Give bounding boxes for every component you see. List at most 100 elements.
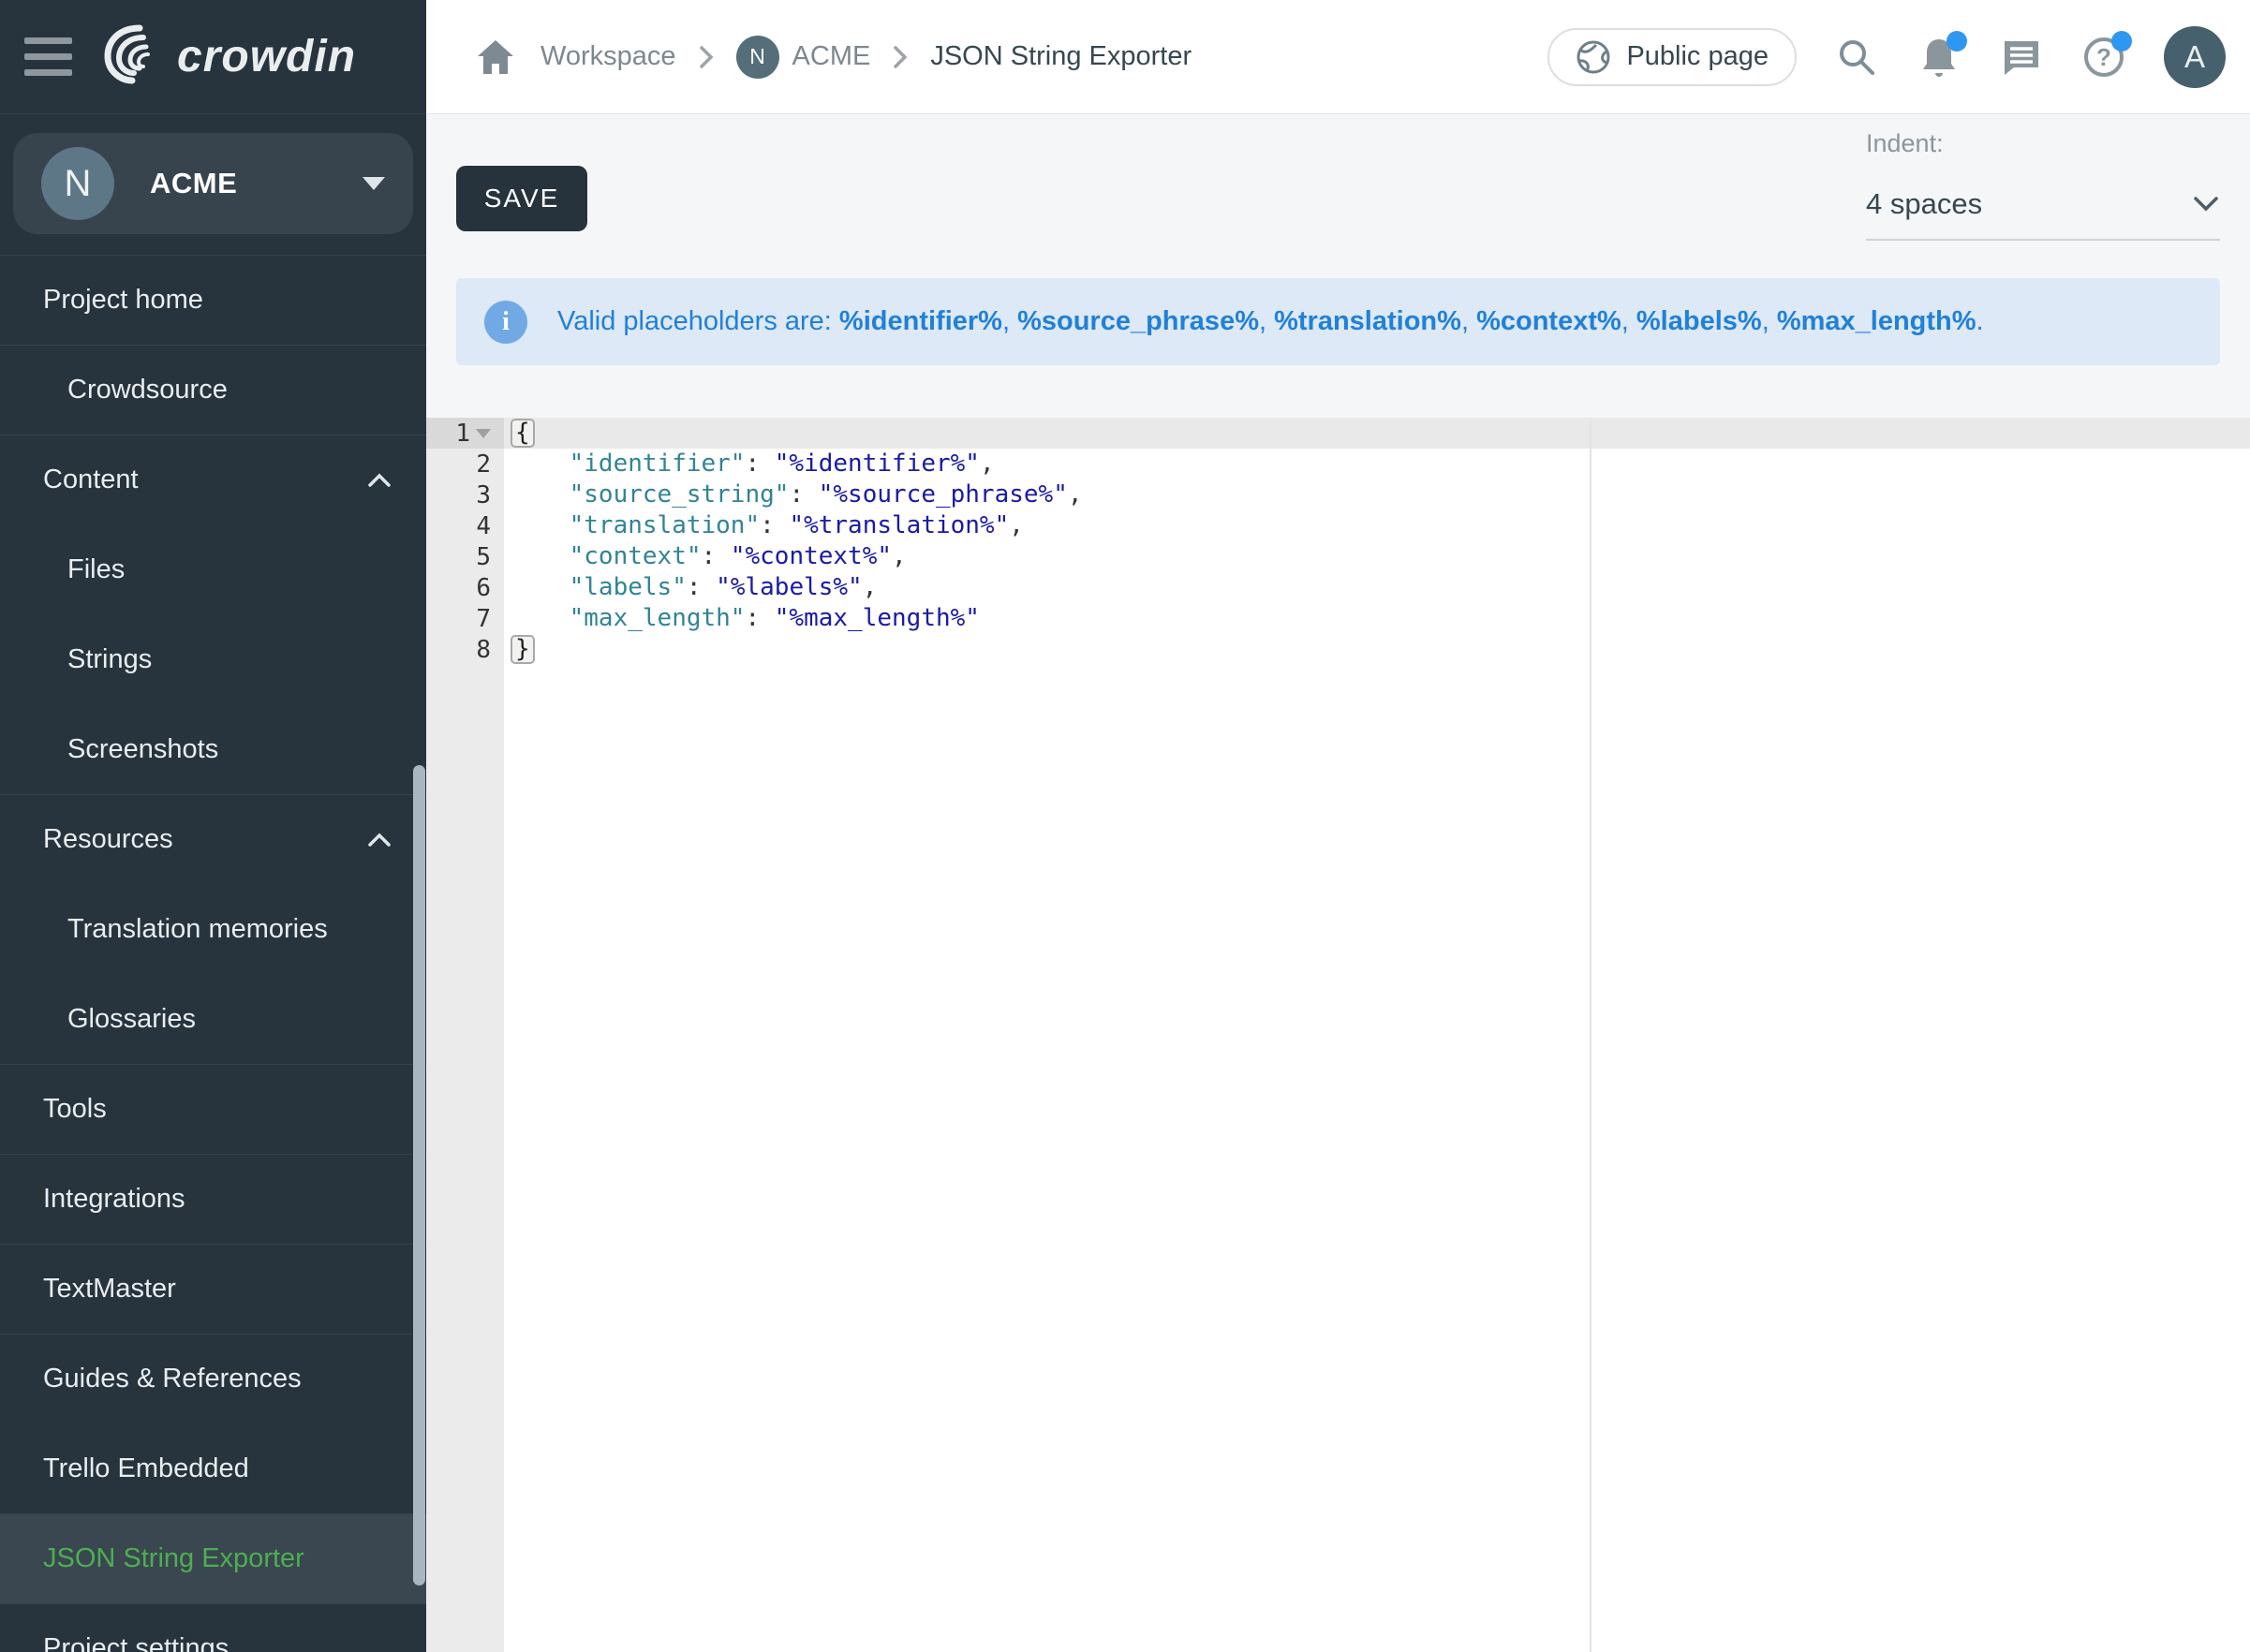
info-banner: i Valid placeholders are: %identifier%, …: [456, 278, 2220, 365]
notifications-button[interactable]: [1917, 35, 1961, 80]
banner-prefix: Valid placeholders are:: [557, 306, 839, 336]
sidebar: crowdin N ACME Project home Crowdsource Co…: [0, 0, 426, 1652]
chevron-right-icon: [893, 45, 908, 69]
editor-lines: { "identifier": "%identifier%", "source_…: [504, 418, 2250, 665]
sidebar-item-crowdsource[interactable]: Crowdsource: [0, 345, 426, 435]
sidebar-item-trello-embedded[interactable]: Trello Embedded: [0, 1423, 426, 1513]
sidebar-item-content[interactable]: Content: [0, 435, 426, 524]
line-number: 4: [426, 510, 504, 541]
line-number: 3: [426, 479, 504, 510]
sidebar-item-files[interactable]: Files: [0, 524, 426, 614]
search-button[interactable]: [1834, 35, 1879, 80]
sidebar-item-tools[interactable]: Tools: [0, 1064, 426, 1154]
sidebar-item-label: JSON String Exporter: [43, 1543, 304, 1574]
breadcrumb: Workspace N ACME JSON String Exporter: [473, 35, 1192, 80]
placeholder-token: %context%: [1476, 306, 1621, 336]
sidebar-item-guides-references[interactable]: Guides & References: [0, 1334, 426, 1423]
sidebar-item-label: Crowdsource: [67, 375, 228, 406]
menu-toggle-button[interactable]: [24, 36, 72, 79]
placeholder-token: %labels%: [1636, 306, 1762, 336]
placeholder-token: %translation%: [1274, 306, 1461, 336]
banner-placeholders: %identifier%, %source_phrase%, %translat…: [839, 306, 1984, 336]
messages-button[interactable]: [1999, 35, 2044, 80]
breadcrumb-project[interactable]: N ACME: [736, 36, 871, 79]
top-bar-actions: Public page: [1547, 26, 2226, 88]
help-badge-dot: [2111, 31, 2132, 52]
sidebar-item-label: Glossaries: [67, 1004, 196, 1035]
code-line-8[interactable]: }: [511, 634, 2250, 665]
public-page-button[interactable]: Public page: [1547, 28, 1797, 86]
globe-icon: [1576, 39, 1611, 75]
sidebar-item-json-string-exporter[interactable]: JSON String Exporter: [0, 1513, 426, 1603]
indent-label: Indent:: [1866, 129, 2220, 158]
sidebar-item-label: Project settings: [43, 1633, 229, 1652]
line-number: 6: [426, 572, 504, 603]
help-button[interactable]: ?: [2081, 35, 2126, 80]
sidebar-menu: Project home Crowdsource Content Files Strin…: [0, 255, 426, 1652]
code-editor[interactable]: 12345678 { "identifier": "%identifier%",…: [426, 418, 2250, 1652]
sidebar-header: crowdin: [0, 0, 426, 114]
crowdin-wordmark: crowdin: [177, 32, 356, 81]
sidebar-item-label: Files: [67, 554, 125, 585]
user-avatar[interactable]: A: [2164, 26, 2226, 88]
crowdin-logo[interactable]: crowdin: [98, 21, 402, 93]
sidebar-item-screenshots[interactable]: Screenshots: [0, 704, 426, 794]
code-line-5[interactable]: "context": "%context%",: [511, 541, 2250, 572]
chevron-up-icon: [366, 831, 392, 849]
sidebar-item-label: Translation memories: [67, 914, 328, 945]
sidebar-item-label: Tools: [43, 1094, 107, 1125]
sidebar-item-label: Integrations: [43, 1184, 185, 1215]
sidebar-item-glossaries[interactable]: Glossaries: [0, 974, 426, 1064]
save-button[interactable]: SAVE: [456, 166, 587, 231]
main-area: Workspace N ACME JSON String Exporter Pu…: [426, 0, 2250, 1652]
sidebar-item-label: Strings: [67, 644, 152, 675]
project-badge: N: [736, 36, 779, 79]
chevron-up-icon: [366, 471, 392, 490]
breadcrumb-current-page: JSON String Exporter: [930, 41, 1192, 72]
indent-select[interactable]: 4 spaces: [1866, 170, 2220, 241]
line-number: 7: [426, 603, 504, 634]
sidebar-item-translation-memories[interactable]: Translation memories: [0, 884, 426, 974]
home-icon[interactable]: [473, 35, 518, 80]
search-icon: [1837, 37, 1876, 77]
placeholder-token: %source_phrase%: [1017, 306, 1259, 336]
sidebar-item-resources[interactable]: Resources: [0, 794, 426, 884]
code-line-7[interactable]: "max_length": "%max_length%": [511, 603, 2250, 634]
indent-control: Indent: 4 spaces: [1866, 129, 2220, 241]
page-content: SAVE Indent: 4 spaces i Valid placeholde…: [426, 114, 2250, 1652]
sidebar-item-project-settings[interactable]: Project settings: [0, 1603, 426, 1652]
code-line-6[interactable]: "labels": "%labels%",: [511, 572, 2250, 603]
editor-code-area[interactable]: { "identifier": "%identifier%", "source_…: [504, 418, 2250, 1652]
indent-value: 4 spaces: [1866, 187, 1982, 221]
placeholder-token: %identifier%: [839, 306, 1002, 336]
sidebar-scrollbar[interactable]: [413, 765, 425, 1586]
top-bar: Workspace N ACME JSON String Exporter Pu…: [426, 0, 2250, 114]
code-line-4[interactable]: "translation": "%translation%",: [511, 510, 2250, 541]
sidebar-item-label: TextMaster: [43, 1274, 176, 1305]
sidebar-item-project-home[interactable]: Project home: [0, 255, 426, 345]
line-number: 1: [426, 418, 504, 449]
chevron-down-icon: [363, 177, 385, 190]
line-number: 2: [426, 449, 504, 479]
code-line-2[interactable]: "identifier": "%identifier%",: [511, 449, 2250, 479]
crowdin-logo-icon: [98, 21, 168, 93]
public-page-label: Public page: [1626, 41, 1769, 72]
breadcrumb-workspace[interactable]: Workspace: [540, 41, 676, 72]
info-icon: i: [484, 301, 527, 344]
sidebar-item-strings[interactable]: Strings: [0, 614, 426, 704]
sidebar-item-label: Project home: [43, 285, 203, 316]
project-switcher[interactable]: N ACME: [13, 133, 413, 234]
sidebar-item-label: Guides & References: [43, 1364, 302, 1394]
sidebar-item-label: Trello Embedded: [43, 1453, 249, 1484]
breadcrumb-project-label: ACME: [792, 41, 871, 72]
code-line-3[interactable]: "source_string": "%source_phrase%",: [511, 479, 2250, 510]
sidebar-item-textmaster[interactable]: TextMaster: [0, 1244, 426, 1334]
sidebar-item-label: Resources: [43, 824, 173, 855]
fold-toggle-icon[interactable]: [476, 429, 491, 438]
code-line-1[interactable]: {: [511, 418, 2250, 449]
svg-text:?: ?: [2096, 43, 2111, 71]
project-name: ACME: [150, 167, 237, 200]
sidebar-item-label: Screenshots: [67, 734, 218, 765]
sidebar-item-integrations[interactable]: Integrations: [0, 1154, 426, 1244]
sidebar-item-label: Content: [43, 465, 139, 495]
